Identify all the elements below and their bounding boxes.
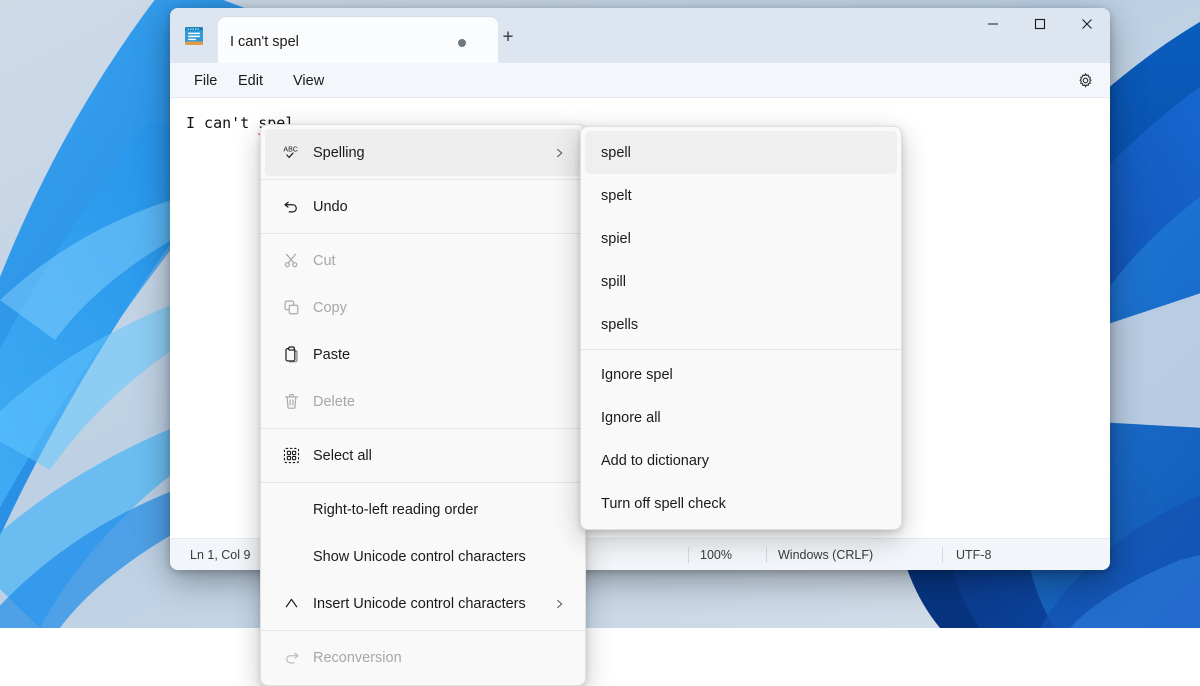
minimize-button[interactable] bbox=[969, 8, 1016, 40]
maximize-icon bbox=[1034, 18, 1046, 30]
plus-icon: + bbox=[502, 28, 513, 47]
menubar-label-view: View bbox=[293, 73, 324, 89]
context-menu-label-copy: Copy bbox=[313, 300, 347, 316]
context-menu-item-reconversion: Reconversion bbox=[265, 634, 581, 681]
context-menu: ABC Spelling Undo Cut bbox=[260, 124, 586, 686]
menubar-item-edit[interactable]: Edit bbox=[228, 67, 273, 94]
menubar-label-file: File bbox=[194, 73, 217, 89]
context-menu-item-show-unicode-control-characters[interactable]: Show Unicode control characters bbox=[265, 533, 581, 580]
clipboard-icon bbox=[281, 345, 301, 365]
spellcheck-icon: ABC bbox=[281, 143, 301, 163]
menu-separator bbox=[261, 482, 585, 483]
notepad-app-icon bbox=[182, 24, 206, 48]
context-menu-label-reconversion: Reconversion bbox=[313, 650, 402, 666]
copy-icon bbox=[281, 298, 301, 318]
status-separator bbox=[766, 547, 767, 563]
svg-text:ABC: ABC bbox=[283, 147, 297, 154]
context-menu-label-spelling: Spelling bbox=[313, 145, 365, 161]
caret-up-icon bbox=[281, 594, 301, 614]
scissors-icon bbox=[281, 251, 301, 271]
status-separator bbox=[688, 547, 689, 563]
context-menu-item-spelling[interactable]: ABC Spelling bbox=[265, 129, 581, 176]
spelling-suggestion-label: spiel bbox=[601, 231, 631, 247]
context-menu-label-insert-unicode: Insert Unicode control characters bbox=[313, 596, 526, 612]
close-button[interactable] bbox=[1063, 8, 1110, 40]
unsaved-dot-icon bbox=[458, 39, 466, 47]
context-menu-item-copy: Copy bbox=[265, 284, 581, 331]
menubar-label-edit: Edit bbox=[238, 73, 263, 89]
trash-icon bbox=[281, 392, 301, 412]
spelling-suggestion-spiel[interactable]: spiel bbox=[585, 217, 897, 260]
spelling-suggestion-label: spells bbox=[601, 317, 638, 333]
tab-title: I can't spel bbox=[230, 34, 299, 50]
spelling-action-turn-off-spell-check[interactable]: Turn off spell check bbox=[585, 482, 897, 525]
spelling-suggestion-spill[interactable]: spill bbox=[585, 260, 897, 303]
spelling-action-ignore-all[interactable]: Ignore all bbox=[585, 396, 897, 439]
menu-separator bbox=[261, 428, 585, 429]
context-menu-item-paste[interactable]: Paste bbox=[265, 331, 581, 378]
spelling-suggestion-spelt[interactable]: spelt bbox=[585, 174, 897, 217]
reconversion-icon bbox=[281, 648, 301, 668]
spelling-action-label: Ignore all bbox=[601, 410, 661, 426]
title-bar[interactable]: I can't spel + bbox=[170, 8, 1110, 63]
status-cursor-position: Ln 1, Col 9 bbox=[190, 539, 250, 570]
spelling-suggestion-spells[interactable]: spells bbox=[585, 303, 897, 346]
menu-separator bbox=[261, 179, 585, 180]
context-menu-label-undo: Undo bbox=[313, 199, 348, 215]
spelling-suggestion-label: spell bbox=[601, 145, 631, 161]
spelling-action-label: Add to dictionary bbox=[601, 453, 709, 469]
menu-bar: File Edit View bbox=[170, 63, 1110, 98]
context-menu-label-cut: Cut bbox=[313, 253, 336, 269]
spelling-suggestion-label: spill bbox=[601, 274, 626, 290]
menu-separator bbox=[261, 233, 585, 234]
spelling-suggestion-spell[interactable]: spell bbox=[585, 131, 897, 174]
context-menu-label-select-all: Select all bbox=[313, 448, 372, 464]
menubar-item-file[interactable]: File bbox=[184, 67, 227, 94]
status-line-ending[interactable]: Windows (CRLF) bbox=[778, 539, 873, 570]
context-menu-item-cut: Cut bbox=[265, 237, 581, 284]
context-menu-item-select-all[interactable]: Select all bbox=[265, 432, 581, 479]
status-zoom-level[interactable]: 100% bbox=[700, 539, 732, 570]
context-menu-item-undo[interactable]: Undo bbox=[265, 183, 581, 230]
context-menu-item-insert-unicode-control-characters[interactable]: Insert Unicode control characters bbox=[265, 580, 581, 627]
status-separator bbox=[942, 547, 943, 563]
context-menu-label-delete: Delete bbox=[313, 394, 355, 410]
minimize-icon bbox=[987, 18, 999, 30]
gear-icon bbox=[1077, 72, 1094, 89]
spelling-action-label: Ignore spel bbox=[601, 367, 673, 383]
spelling-submenu: spell spelt spiel spill spells Ignore sp… bbox=[580, 126, 902, 530]
document-text-prefix: I can't bbox=[186, 114, 258, 132]
context-menu-label-show-unicode: Show Unicode control characters bbox=[313, 549, 526, 565]
undo-icon bbox=[281, 197, 301, 217]
spelling-action-add-to-dictionary[interactable]: Add to dictionary bbox=[585, 439, 897, 482]
context-menu-label-paste: Paste bbox=[313, 347, 350, 363]
spelling-suggestion-label: spelt bbox=[601, 188, 632, 204]
menubar-item-view[interactable]: View bbox=[283, 67, 334, 94]
chevron-right-icon bbox=[554, 147, 565, 158]
close-icon bbox=[1081, 18, 1093, 30]
spelling-action-ignore-word[interactable]: Ignore spel bbox=[585, 353, 897, 396]
spelling-action-label: Turn off spell check bbox=[601, 496, 726, 512]
status-encoding[interactable]: UTF-8 bbox=[956, 539, 991, 570]
new-tab-button[interactable]: + bbox=[490, 21, 526, 53]
settings-button[interactable] bbox=[1071, 66, 1100, 95]
select-all-icon bbox=[281, 446, 301, 466]
context-menu-label-rtl-reading-order: Right-to-left reading order bbox=[313, 502, 478, 518]
context-menu-item-rtl-reading-order[interactable]: Right-to-left reading order bbox=[265, 486, 581, 533]
menu-separator bbox=[581, 349, 901, 350]
chevron-right-icon bbox=[554, 598, 565, 609]
context-menu-item-delete: Delete bbox=[265, 378, 581, 425]
maximize-button[interactable] bbox=[1016, 8, 1063, 40]
menu-separator bbox=[261, 630, 585, 631]
